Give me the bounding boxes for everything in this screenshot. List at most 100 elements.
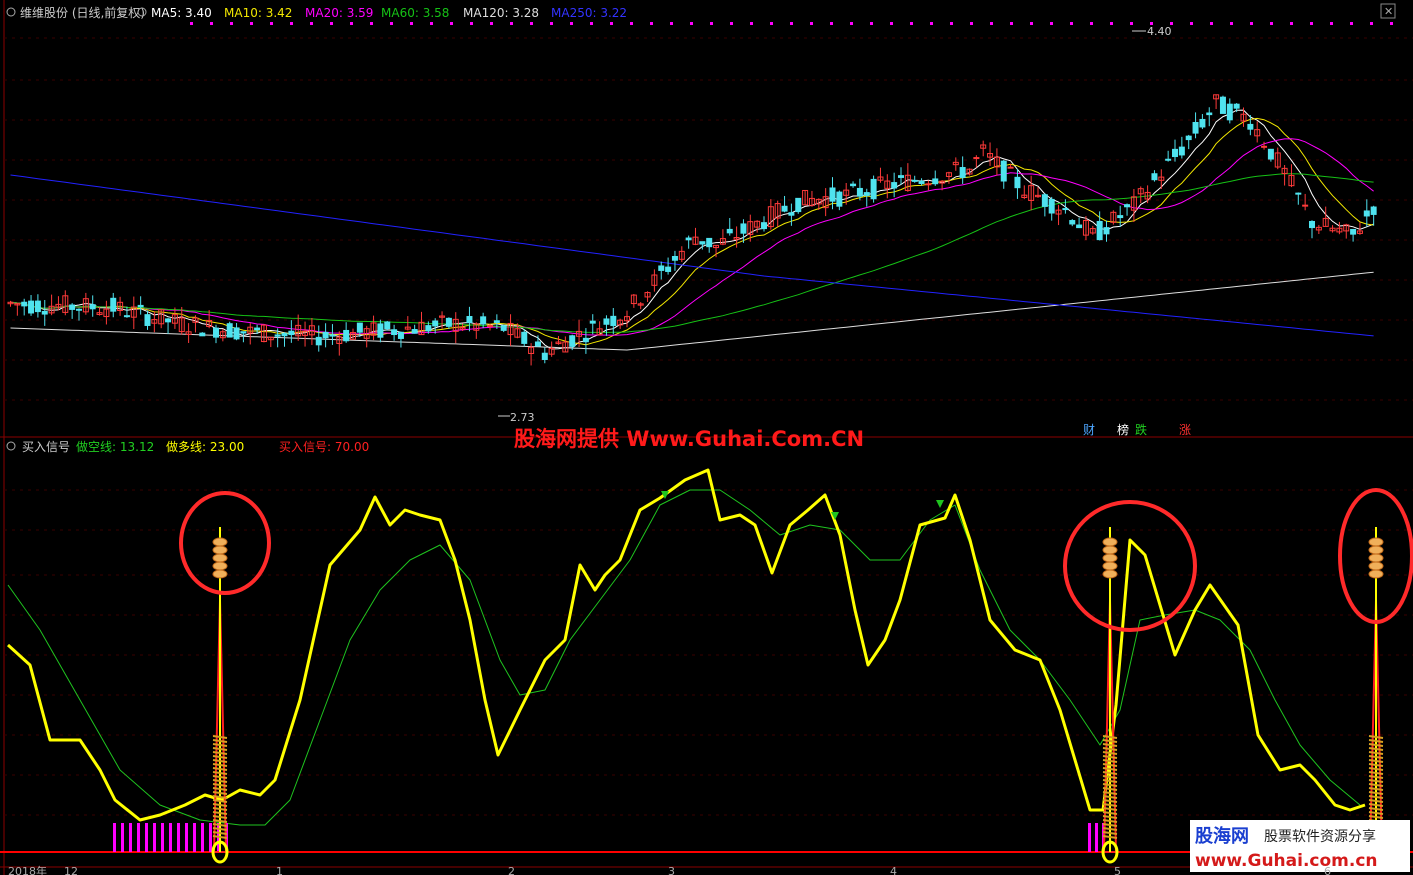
candle-body (76, 308, 82, 311)
candle-body (41, 310, 48, 315)
signal-coil-top (212, 537, 228, 547)
candle-body (1350, 228, 1357, 235)
top-dot (730, 22, 733, 25)
candle-body (21, 301, 28, 307)
top-dot (1350, 22, 1353, 25)
top-dot (890, 22, 893, 25)
x-label-mar: 3 (668, 865, 675, 875)
candle-body (603, 318, 610, 325)
candle-body (850, 183, 857, 187)
candle-body (589, 320, 596, 324)
top-dot (870, 22, 873, 25)
candle-body (699, 241, 706, 245)
candle-body (322, 331, 329, 339)
signal-coil-top (1368, 553, 1384, 563)
candle-body (391, 329, 398, 336)
x-label-dec: 12 (64, 865, 78, 875)
top-dot (470, 22, 473, 25)
candle-body (891, 182, 898, 189)
candle-body (932, 178, 939, 185)
histogram-bar (161, 823, 164, 852)
candle-body (28, 300, 35, 314)
signal-coil-top (212, 561, 228, 571)
ma20-label: MA20: 3.59 (305, 6, 373, 20)
signal-coil-top (212, 553, 228, 563)
candle-body (329, 334, 336, 337)
histogram-bar (177, 823, 180, 852)
top-dot (990, 22, 993, 25)
top-dot (1370, 22, 1373, 25)
candle-body (534, 341, 541, 347)
candle-body (918, 180, 925, 184)
top-dot (710, 22, 713, 25)
top-dot (1130, 22, 1133, 25)
ma120-label: MA120: 3.28 (463, 6, 539, 20)
top-dot (450, 22, 453, 25)
top-dot (550, 22, 553, 25)
x-label-feb: 2 (508, 865, 515, 875)
top-dot (1390, 22, 1393, 25)
candle-body (356, 322, 363, 333)
top-dot (350, 22, 353, 25)
histogram-bar (137, 823, 140, 852)
candle-body (1233, 103, 1240, 109)
candle-body (411, 329, 418, 334)
candle-body (466, 316, 473, 324)
histogram-bar (201, 823, 204, 852)
event-marker-fall[interactable]: 跌 (1135, 422, 1147, 437)
candle-body (199, 332, 206, 337)
candle-body (911, 179, 918, 182)
top-dot (410, 22, 413, 25)
candle-body (788, 212, 795, 216)
top-dot (430, 22, 433, 25)
candle-body (1370, 206, 1377, 215)
candle-body (1185, 135, 1192, 141)
candle-body (1007, 166, 1014, 169)
signal-coil-top (1102, 537, 1118, 547)
top-dot (1310, 22, 1313, 25)
signal-coil-top (212, 569, 228, 579)
candle-body (1199, 118, 1206, 128)
candle-body (870, 178, 877, 200)
top-dot (750, 22, 753, 25)
event-marker-finance[interactable]: 财 (1083, 423, 1095, 437)
top-dot (1050, 22, 1053, 25)
candle-body (432, 320, 439, 327)
top-dot (1270, 22, 1273, 25)
candle-body (144, 314, 151, 326)
candle-body (1103, 227, 1110, 235)
candle-body (1261, 145, 1268, 148)
histogram-bar (1088, 823, 1091, 852)
stock-title: 维维股份 (日线,前复权) (20, 5, 145, 20)
candle-body (1302, 204, 1309, 207)
top-dot (650, 22, 653, 25)
candle-body (836, 191, 843, 207)
candle-body (781, 205, 788, 212)
top-dot (1070, 22, 1073, 25)
top-dot (670, 22, 673, 25)
candle-body (671, 255, 678, 261)
candle-body (315, 336, 322, 346)
low-price-label: 2.73 (510, 411, 535, 424)
top-dot (1030, 22, 1033, 25)
top-dot (630, 22, 633, 25)
signal-coil-top (1368, 561, 1384, 571)
x-label-jun: 6 (1324, 865, 1331, 875)
close-icon[interactable]: ✕ (1384, 5, 1393, 18)
candle-body (254, 327, 261, 331)
signal-coil-top (1102, 569, 1118, 579)
candle-body (110, 297, 117, 312)
top-dot (370, 22, 373, 25)
candle-body (425, 325, 432, 332)
candle-body (89, 304, 96, 310)
x-label-jan: 1 (276, 865, 283, 875)
candle-body (69, 304, 76, 310)
event-marker-rise[interactable]: 涨 (1179, 422, 1191, 437)
candle-body (281, 333, 288, 337)
top-dot (590, 22, 593, 25)
histogram-bar (169, 823, 172, 852)
watermark-text: 股海网提供 Www.Guhai.Com.CN (514, 427, 864, 451)
event-marker-list[interactable]: 榜 (1117, 422, 1129, 437)
candle-body (384, 321, 391, 330)
candle-body (1062, 208, 1069, 211)
